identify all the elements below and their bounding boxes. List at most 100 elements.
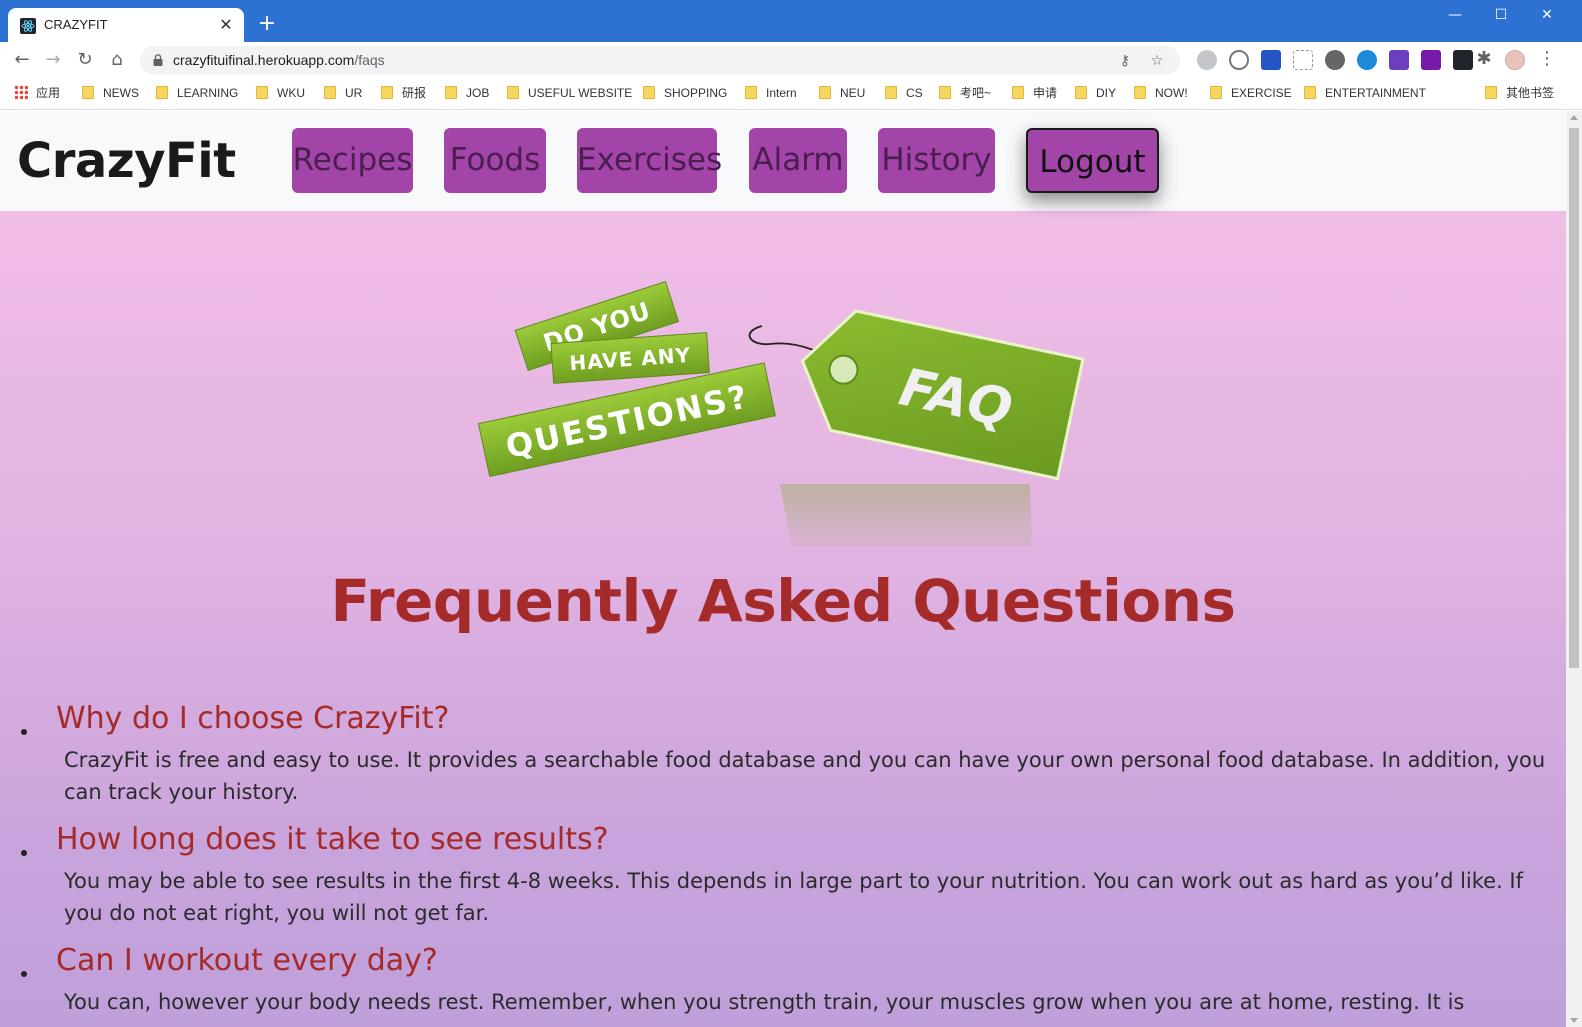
page-scrollbar[interactable] bbox=[1566, 111, 1582, 1027]
browser-menu-icon[interactable]: ⋮ bbox=[1534, 47, 1560, 73]
folder-icon bbox=[256, 86, 268, 99]
bookmark-label: LEARNING bbox=[177, 86, 239, 100]
faq-answer: CrazyFit is free and easy to use. It pro… bbox=[64, 748, 1546, 804]
bookmark-item[interactable]: NEWS bbox=[82, 85, 139, 103]
back-icon[interactable]: ← bbox=[9, 48, 35, 74]
nav-foods-button[interactable]: Foods bbox=[444, 128, 546, 193]
bookmark-item[interactable]: DIY bbox=[1075, 85, 1116, 103]
page-title: Frequently Asked Questions bbox=[330, 567, 1236, 635]
bookmark-label: NOW! bbox=[1155, 86, 1188, 100]
bookmark-label: ENTERTAINMENT bbox=[1325, 86, 1426, 100]
scroll-up-arrow-icon[interactable] bbox=[1570, 115, 1578, 120]
scroll-down-arrow-icon[interactable] bbox=[1570, 1018, 1578, 1023]
nav-alarm-button[interactable]: Alarm bbox=[749, 128, 847, 193]
bookmark-label: CS bbox=[906, 86, 923, 100]
banner-questions: QUESTIONS? bbox=[477, 362, 776, 478]
bookmark-item[interactable]: Intern bbox=[745, 85, 797, 103]
key-icon[interactable]: ⚷ bbox=[1116, 52, 1134, 70]
faq-tag: FAQ bbox=[800, 309, 1085, 481]
folder-icon bbox=[1485, 86, 1497, 99]
bookmark-label: 考吧~ bbox=[960, 86, 992, 100]
bookmark-label: 其他书签 bbox=[1506, 86, 1555, 100]
react-favicon-icon bbox=[20, 18, 36, 34]
folder-icon bbox=[507, 86, 519, 99]
home-icon[interactable]: ⌂ bbox=[104, 48, 130, 74]
nav-history-button[interactable]: History bbox=[878, 128, 995, 193]
extension-shield-icon[interactable] bbox=[1229, 50, 1249, 70]
bookmark-item[interactable]: LEARNING bbox=[156, 85, 238, 103]
react-devtools-icon[interactable] bbox=[1453, 50, 1473, 70]
bookmark-item[interactable]: UR bbox=[324, 85, 362, 103]
extension-globe-icon[interactable] bbox=[1197, 50, 1217, 70]
tag-reflection bbox=[780, 484, 1032, 546]
address-bar[interactable]: crazyfituifinal.herokuapp.com/faqs ⚷ ☆ bbox=[140, 46, 1180, 75]
folder-icon bbox=[1134, 86, 1146, 99]
window-close-button[interactable]: ✕ bbox=[1524, 0, 1570, 32]
list-bullet bbox=[21, 971, 27, 977]
extensions-puzzle-icon[interactable]: ✱ bbox=[1471, 47, 1497, 73]
bookmark-label: SHOPPING bbox=[664, 86, 728, 100]
new-tab-button[interactable]: + bbox=[256, 13, 278, 35]
logout-button[interactable]: Logout bbox=[1026, 128, 1159, 193]
folder-icon bbox=[643, 86, 655, 99]
bookmark-item[interactable]: WKU bbox=[256, 85, 305, 103]
bookmark-label: EXERCISE bbox=[1231, 86, 1292, 100]
bookmark-label: 申请 bbox=[1033, 86, 1058, 100]
bookmark-item[interactable]: JOB bbox=[445, 85, 489, 103]
bookmark-label: WKU bbox=[277, 86, 305, 100]
faq-question: Can I workout every day? bbox=[56, 943, 438, 978]
onenote-icon[interactable] bbox=[1421, 50, 1441, 70]
url-path: /faqs bbox=[354, 52, 385, 68]
bookmark-label: USEFUL WEBSITE bbox=[528, 86, 633, 100]
bookmark-item[interactable]: NEU bbox=[819, 85, 865, 103]
folder-icon bbox=[1012, 86, 1024, 99]
extension-dark-globe-icon[interactable] bbox=[1325, 50, 1345, 70]
bookmark-item[interactable]: 考吧~ bbox=[939, 85, 991, 103]
bookmark-item[interactable]: SHOPPING bbox=[643, 85, 727, 103]
forward-icon[interactable]: → bbox=[40, 48, 66, 74]
bookmark-item[interactable]: ENTERTAINMENT bbox=[1304, 85, 1426, 103]
url-text[interactable]: crazyfituifinal.herokuapp.com/faqs bbox=[173, 52, 385, 68]
folder-icon bbox=[445, 86, 457, 99]
bookmark-item[interactable]: USEFUL WEBSITE bbox=[507, 85, 632, 103]
folder-icon bbox=[1075, 86, 1087, 99]
bookmark-label: 研报 bbox=[402, 86, 427, 100]
folder-icon bbox=[745, 86, 757, 99]
folder-icon bbox=[1210, 86, 1222, 99]
extension-p-icon[interactable] bbox=[1389, 50, 1409, 70]
bookmark-item[interactable]: 其他书签 bbox=[1485, 85, 1554, 103]
bookmark-item[interactable]: 研报 bbox=[381, 85, 426, 103]
folder-icon bbox=[819, 86, 831, 99]
faq-question: Why do I choose CrazyFit? bbox=[56, 701, 450, 736]
bookmark-item[interactable]: CS bbox=[885, 85, 923, 103]
bookmark-item[interactable]: 申请 bbox=[1012, 85, 1057, 103]
faq-illustration: DO YOU HAVE ANY QUESTIONS? FAQ bbox=[477, 280, 1085, 546]
bookmark-item[interactable]: 应用 bbox=[14, 85, 60, 103]
tab-close-icon[interactable]: ✕ bbox=[216, 15, 236, 35]
bookmark-item[interactable]: NOW! bbox=[1134, 85, 1188, 103]
tab-title: CRAZYFIT bbox=[44, 17, 108, 32]
extension-blue-icon[interactable] bbox=[1357, 50, 1377, 70]
bookmark-star-icon[interactable]: ☆ bbox=[1148, 52, 1166, 70]
brand-logo[interactable]: CrazyFit bbox=[17, 133, 236, 189]
reload-icon[interactable]: ↻ bbox=[72, 48, 98, 74]
folder-icon bbox=[324, 86, 336, 99]
extension-y-icon[interactable] bbox=[1261, 50, 1281, 70]
folder-icon bbox=[885, 86, 897, 99]
window-maximize-button[interactable]: ☐ bbox=[1478, 0, 1524, 32]
bookmark-item[interactable]: EXERCISE bbox=[1210, 85, 1292, 103]
list-bullet bbox=[21, 729, 27, 735]
nav-exercises-button[interactable]: Exercises bbox=[577, 128, 722, 193]
profile-avatar[interactable] bbox=[1505, 50, 1525, 70]
list-bullet bbox=[21, 850, 27, 856]
nav-recipes-button[interactable]: Recipes bbox=[292, 128, 413, 193]
scroll-thumb[interactable] bbox=[1569, 128, 1579, 668]
folder-icon bbox=[82, 86, 94, 99]
extension-capture-icon[interactable] bbox=[1293, 50, 1313, 70]
faq-answer: You can, however your body needs rest. R… bbox=[64, 990, 1465, 1014]
browser-tab[interactable]: CRAZYFIT ✕ bbox=[8, 8, 244, 42]
faq-answer: You may be able to see results in the fi… bbox=[64, 869, 1524, 925]
bookmark-label: NEU bbox=[840, 86, 866, 100]
window-minimize-button[interactable]: — bbox=[1432, 0, 1478, 32]
page-viewport: CrazyFit Recipes Foods Exercises Alarm H… bbox=[0, 111, 1566, 1027]
